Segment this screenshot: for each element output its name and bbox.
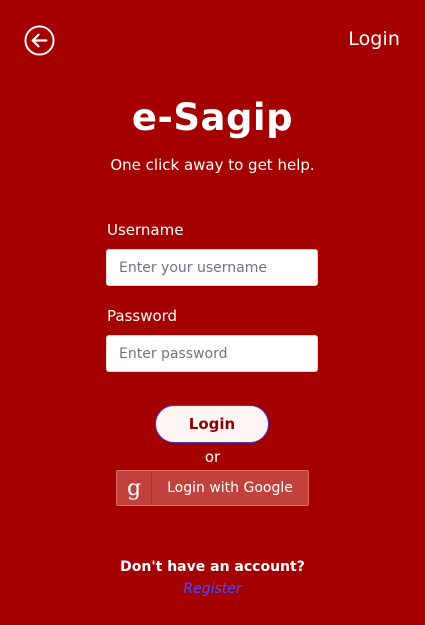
google-login-button[interactable]: g Login with Google	[116, 470, 309, 506]
login-button-label: Login	[188, 415, 236, 433]
google-login-label: Login with Google	[167, 480, 293, 496]
password-input[interactable]	[106, 335, 318, 372]
password-label: Password	[107, 307, 178, 325]
username-input[interactable]	[106, 249, 318, 286]
username-label: Username	[107, 221, 184, 239]
login-button[interactable]: Login	[155, 405, 269, 443]
register-link[interactable]: Register	[0, 581, 425, 597]
no-account-prompt: Don't have an account?	[120, 559, 305, 575]
header-title: Login	[348, 28, 400, 50]
app-title: e-Sagip	[131, 96, 294, 139]
arrow-left-circle-icon	[24, 25, 55, 56]
app-tagline: One click away to get help.	[110, 156, 315, 174]
back-button[interactable]	[24, 25, 55, 56]
google-g-icon: g	[117, 471, 152, 505]
or-separator: or	[204, 448, 221, 466]
